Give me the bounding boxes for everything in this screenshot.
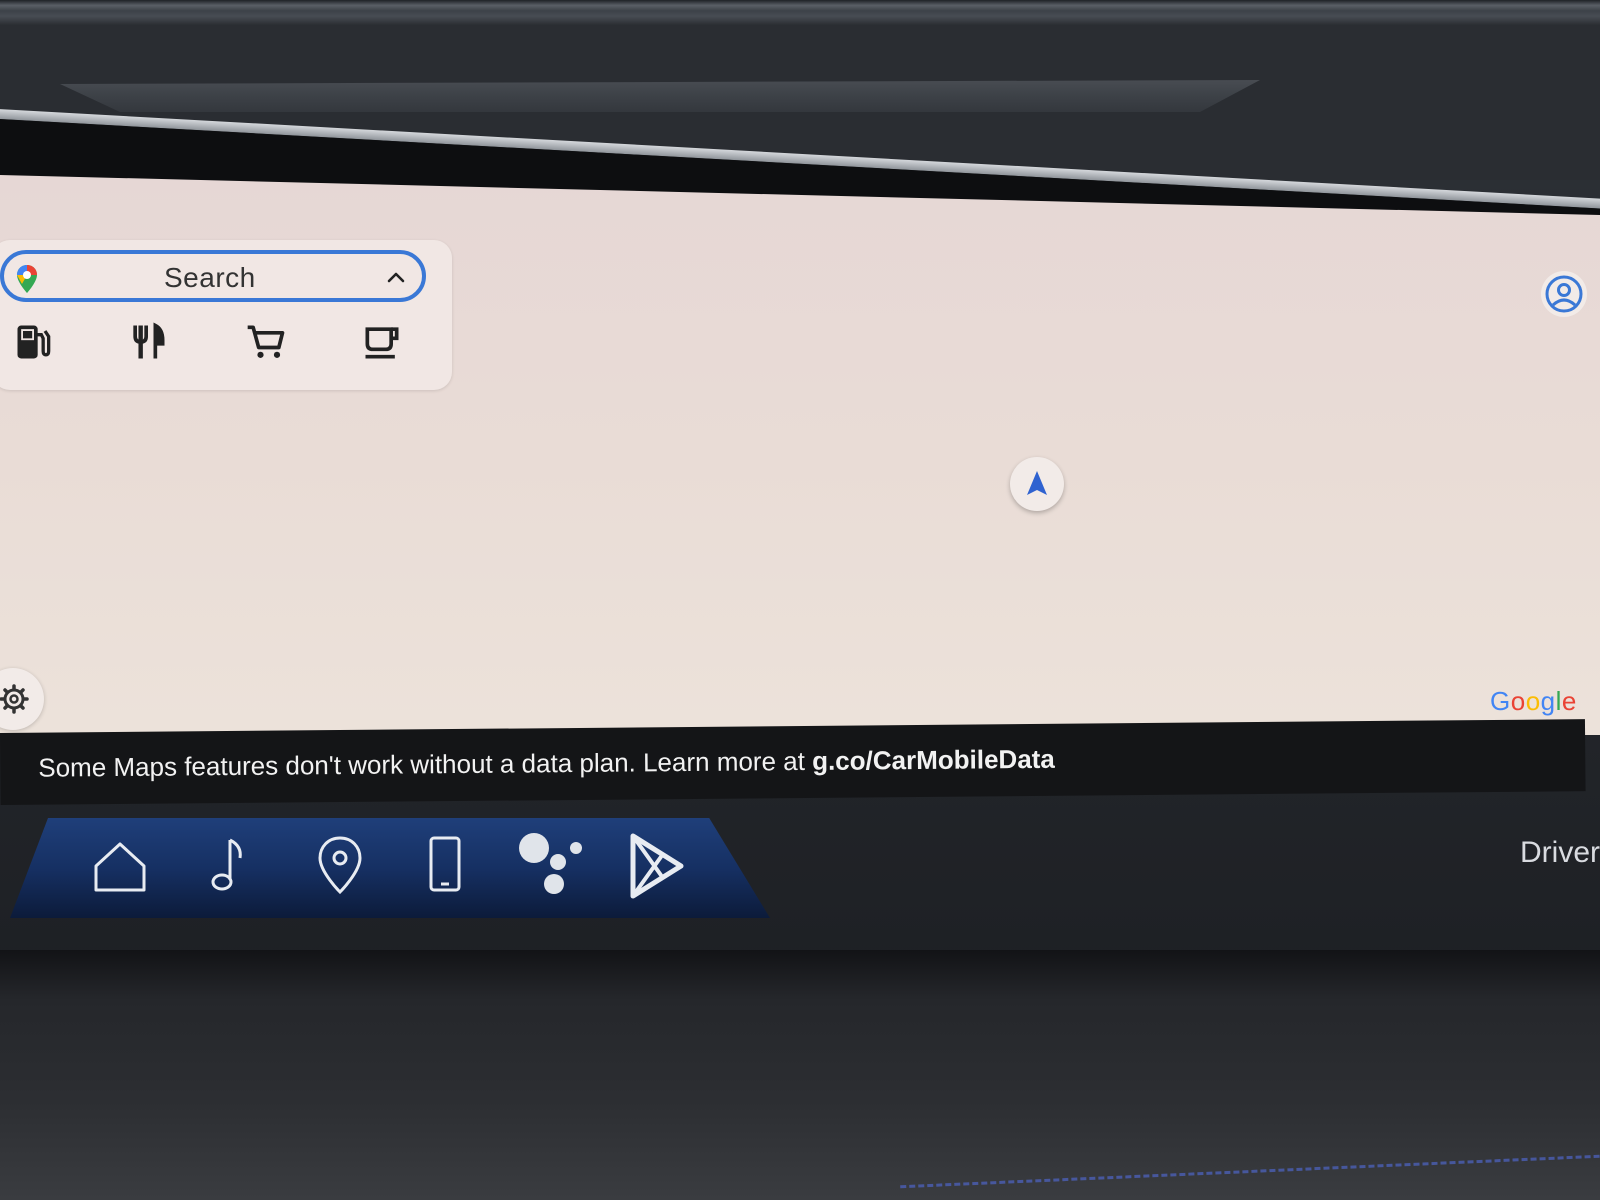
notice-link[interactable]: g.co/CarMobileData — [812, 744, 1055, 776]
settings-button[interactable] — [0, 668, 44, 730]
notice-text: Some Maps features don't work without a … — [38, 744, 1055, 784]
notice-message: Some Maps features don't work without a … — [38, 745, 813, 783]
navigation-arrow-icon — [1027, 471, 1047, 495]
app-dock — [10, 818, 770, 918]
recenter-button[interactable] — [1010, 457, 1064, 511]
search-bar[interactable]: Search — [0, 250, 426, 302]
search-label: Search — [164, 262, 256, 293]
coffee-icon[interactable] — [360, 320, 404, 364]
music-note-icon[interactable] — [190, 826, 270, 906]
chevron-up-icon[interactable] — [384, 266, 408, 290]
play-store-icon[interactable] — [615, 826, 695, 906]
data-plan-notice[interactable]: Some Maps features don't work without a … — [0, 719, 1586, 805]
google-logo-text: Google — [1490, 686, 1577, 716]
account-icon[interactable] — [1540, 270, 1588, 318]
map-pin-icon[interactable] — [300, 826, 380, 906]
lower-dashboard — [0, 950, 1600, 1200]
gear-icon — [0, 684, 29, 714]
phone-icon[interactable] — [405, 826, 485, 906]
car-display-scene: Search Google Some Maps features don't w… — [0, 0, 1600, 1200]
google-maps-pin-icon — [17, 265, 37, 293]
assistant-icon[interactable] — [510, 826, 590, 906]
poi-shortcuts — [4, 320, 434, 370]
gas-station-icon[interactable] — [12, 320, 56, 364]
driver-label[interactable]: Driver — [1520, 836, 1600, 870]
restaurant-icon[interactable] — [126, 320, 170, 364]
google-attribution: Google — [1490, 686, 1577, 717]
shopping-cart-icon[interactable] — [244, 320, 288, 364]
search-card: Search — [0, 240, 452, 390]
home-icon[interactable] — [80, 826, 160, 906]
